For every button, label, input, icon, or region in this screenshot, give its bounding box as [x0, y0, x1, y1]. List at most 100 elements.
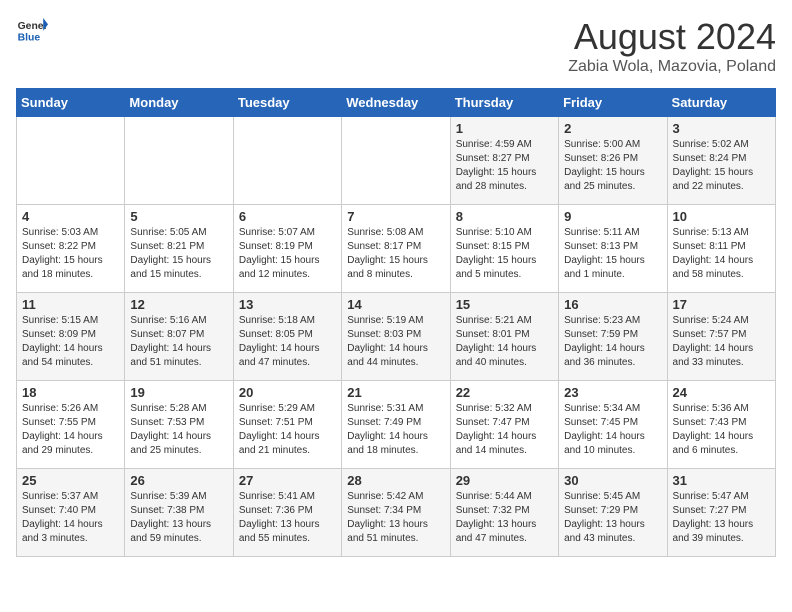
day-number: 16 — [564, 297, 661, 312]
calendar-cell — [233, 117, 341, 205]
day-number: 31 — [673, 473, 770, 488]
day-info: Sunrise: 5:10 AM Sunset: 8:15 PM Dayligh… — [456, 226, 553, 282]
day-number: 4 — [22, 209, 119, 224]
weekday-header-friday: Friday — [559, 89, 667, 117]
weekday-header-saturday: Saturday — [667, 89, 775, 117]
day-info: Sunrise: 5:32 AM Sunset: 7:47 PM Dayligh… — [456, 402, 553, 458]
calendar-cell: 20 Sunrise: 5:29 AM Sunset: 7:51 PM Dayli… — [233, 381, 341, 469]
day-info: Sunrise: 5:24 AM Sunset: 7:57 PM Dayligh… — [673, 314, 770, 370]
weekday-header-sunday: Sunday — [17, 89, 125, 117]
day-number: 7 — [347, 209, 444, 224]
day-number: 21 — [347, 385, 444, 400]
calendar-table: SundayMondayTuesdayWednesdayThursdayFrid… — [16, 88, 776, 557]
day-info: Sunrise: 5:03 AM Sunset: 8:22 PM Dayligh… — [22, 226, 119, 282]
day-number: 28 — [347, 473, 444, 488]
calendar-cell: 7 Sunrise: 5:08 AM Sunset: 8:17 PM Daylig… — [342, 205, 450, 293]
calendar-week-row: 4 Sunrise: 5:03 AM Sunset: 8:22 PM Daylig… — [17, 205, 776, 293]
day-number: 24 — [673, 385, 770, 400]
day-number: 12 — [130, 297, 227, 312]
calendar-cell — [17, 117, 125, 205]
day-info: Sunrise: 5:05 AM Sunset: 8:21 PM Dayligh… — [130, 226, 227, 282]
day-info: Sunrise: 5:39 AM Sunset: 7:38 PM Dayligh… — [130, 490, 227, 546]
day-number: 19 — [130, 385, 227, 400]
calendar-cell: 18Sunrise: 5:26 AM Sunset: 7:55 PM Dayli… — [17, 381, 125, 469]
logo: General Blue — [16, 16, 48, 44]
day-info: Sunrise: 5:08 AM Sunset: 8:17 PM Dayligh… — [347, 226, 444, 282]
day-number: 18 — [22, 385, 119, 400]
day-number: 13 — [239, 297, 336, 312]
day-info: Sunrise: 5:34 AM Sunset: 7:45 PM Dayligh… — [564, 402, 661, 458]
day-info: Sunrise: 5:41 AM Sunset: 7:36 PM Dayligh… — [239, 490, 336, 546]
calendar-cell: 31 Sunrise: 5:47 AM Sunset: 7:27 PM Dayli… — [667, 469, 775, 557]
day-number: 23 — [564, 385, 661, 400]
calendar-cell: 21 Sunrise: 5:31 AM Sunset: 7:49 PM Dayli… — [342, 381, 450, 469]
calendar-cell: 9Sunrise: 5:11 AM Sunset: 8:13 PM Daylig… — [559, 205, 667, 293]
weekday-header-wednesday: Wednesday — [342, 89, 450, 117]
calendar-cell: 17 Sunrise: 5:24 AM Sunset: 7:57 PM Dayli… — [667, 293, 775, 381]
calendar-cell: 13 Sunrise: 5:18 AM Sunset: 8:05 PM Dayli… — [233, 293, 341, 381]
calendar-week-row: 11 Sunrise: 5:15 AM Sunset: 8:09 PM Dayli… — [17, 293, 776, 381]
day-number: 20 — [239, 385, 336, 400]
day-info: Sunrise: 5:37 AM Sunset: 7:40 PM Dayligh… — [22, 490, 119, 546]
day-info: Sunrise: 5:15 AM Sunset: 8:09 PM Dayligh… — [22, 314, 119, 370]
page-header: General Blue August 2024 Zabia Wola, Maz… — [16, 16, 776, 76]
day-info: Sunrise: 5:07 AM Sunset: 8:19 PM Dayligh… — [239, 226, 336, 282]
calendar-cell: 5Sunrise: 5:05 AM Sunset: 8:21 PM Daylig… — [125, 205, 233, 293]
calendar-cell: 16 Sunrise: 5:23 AM Sunset: 7:59 PM Dayli… — [559, 293, 667, 381]
day-number: 26 — [130, 473, 227, 488]
day-info: Sunrise: 5:44 AM Sunset: 7:32 PM Dayligh… — [456, 490, 553, 546]
day-info: Sunrise: 5:23 AM Sunset: 7:59 PM Dayligh… — [564, 314, 661, 370]
calendar-cell: 15Sunrise: 5:21 AM Sunset: 8:01 PM Dayli… — [450, 293, 558, 381]
location-title: Zabia Wola, Mazovia, Poland — [568, 58, 776, 76]
title-area: August 2024 Zabia Wola, Mazovia, Poland — [568, 16, 776, 76]
calendar-cell: 23 Sunrise: 5:34 AM Sunset: 7:45 PM Dayli… — [559, 381, 667, 469]
calendar-cell: 8Sunrise: 5:10 AM Sunset: 8:15 PM Daylig… — [450, 205, 558, 293]
day-number: 29 — [456, 473, 553, 488]
day-info: Sunrise: 5:13 AM Sunset: 8:11 PM Dayligh… — [673, 226, 770, 282]
calendar-cell: 22 Sunrise: 5:32 AM Sunset: 7:47 PM Dayli… — [450, 381, 558, 469]
calendar-cell: 28 Sunrise: 5:42 AM Sunset: 7:34 PM Dayli… — [342, 469, 450, 557]
day-info: Sunrise: 4:59 AM Sunset: 8:27 PM Dayligh… — [456, 138, 553, 194]
calendar-week-row: 1 Sunrise: 4:59 AM Sunset: 8:27 PM Daylig… — [17, 117, 776, 205]
day-info: Sunrise: 5:29 AM Sunset: 7:51 PM Dayligh… — [239, 402, 336, 458]
calendar-cell: 3 Sunrise: 5:02 AM Sunset: 8:24 PM Daylig… — [667, 117, 775, 205]
day-info: Sunrise: 5:31 AM Sunset: 7:49 PM Dayligh… — [347, 402, 444, 458]
calendar-cell: 19 Sunrise: 5:28 AM Sunset: 7:53 PM Dayli… — [125, 381, 233, 469]
calendar-cell: 30Sunrise: 5:45 AM Sunset: 7:29 PM Dayli… — [559, 469, 667, 557]
weekday-header-thursday: Thursday — [450, 89, 558, 117]
day-number: 15 — [456, 297, 553, 312]
day-number: 2 — [564, 121, 661, 136]
calendar-cell: 29 Sunrise: 5:44 AM Sunset: 7:32 PM Dayli… — [450, 469, 558, 557]
day-info: Sunrise: 5:00 AM Sunset: 8:26 PM Dayligh… — [564, 138, 661, 194]
calendar-week-row: 18Sunrise: 5:26 AM Sunset: 7:55 PM Dayli… — [17, 381, 776, 469]
day-number: 3 — [673, 121, 770, 136]
calendar-cell — [342, 117, 450, 205]
calendar-cell: 25 Sunrise: 5:37 AM Sunset: 7:40 PM Dayli… — [17, 469, 125, 557]
day-number: 11 — [22, 297, 119, 312]
calendar-cell: 11 Sunrise: 5:15 AM Sunset: 8:09 PM Dayli… — [17, 293, 125, 381]
day-info: Sunrise: 5:18 AM Sunset: 8:05 PM Dayligh… — [239, 314, 336, 370]
day-info: Sunrise: 5:42 AM Sunset: 7:34 PM Dayligh… — [347, 490, 444, 546]
calendar-cell: 10 Sunrise: 5:13 AM Sunset: 8:11 PM Dayli… — [667, 205, 775, 293]
calendar-cell: 2 Sunrise: 5:00 AM Sunset: 8:26 PM Daylig… — [559, 117, 667, 205]
day-info: Sunrise: 5:19 AM Sunset: 8:03 PM Dayligh… — [347, 314, 444, 370]
calendar-cell: 24 Sunrise: 5:36 AM Sunset: 7:43 PM Dayli… — [667, 381, 775, 469]
day-number: 27 — [239, 473, 336, 488]
day-number: 22 — [456, 385, 553, 400]
svg-text:Blue: Blue — [18, 32, 41, 43]
day-number: 17 — [673, 297, 770, 312]
calendar-cell: 1 Sunrise: 4:59 AM Sunset: 8:27 PM Daylig… — [450, 117, 558, 205]
day-info: Sunrise: 5:02 AM Sunset: 8:24 PM Dayligh… — [673, 138, 770, 194]
weekday-header-monday: Monday — [125, 89, 233, 117]
day-number: 25 — [22, 473, 119, 488]
day-number: 6 — [239, 209, 336, 224]
day-info: Sunrise: 5:47 AM Sunset: 7:27 PM Dayligh… — [673, 490, 770, 546]
day-number: 10 — [673, 209, 770, 224]
day-number: 30 — [564, 473, 661, 488]
day-info: Sunrise: 5:11 AM Sunset: 8:13 PM Dayligh… — [564, 226, 661, 282]
calendar-cell: 12Sunrise: 5:16 AM Sunset: 8:07 PM Dayli… — [125, 293, 233, 381]
day-info: Sunrise: 5:28 AM Sunset: 7:53 PM Dayligh… — [130, 402, 227, 458]
day-number: 1 — [456, 121, 553, 136]
day-info: Sunrise: 5:36 AM Sunset: 7:43 PM Dayligh… — [673, 402, 770, 458]
logo-icon: General Blue — [16, 16, 48, 44]
